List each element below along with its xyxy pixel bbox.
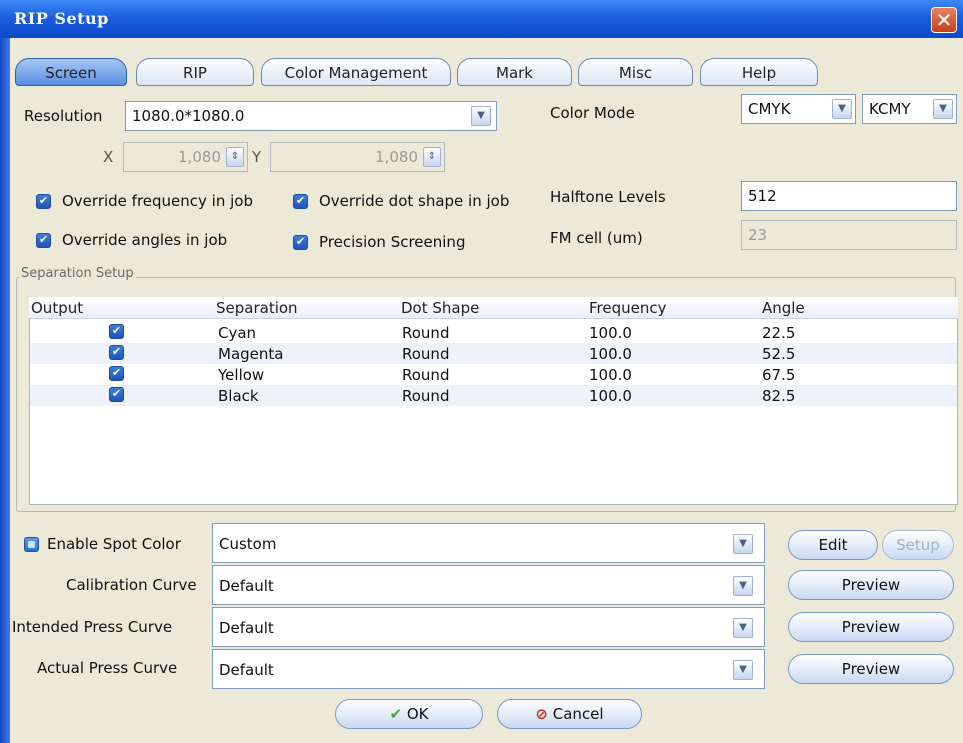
separation-cell: Black	[218, 387, 259, 405]
frequency-cell: 100.0	[589, 345, 632, 363]
precision-screening-checkbox[interactable]: ✔	[293, 235, 308, 250]
actual-press-preview-button[interactable]: Preview	[788, 654, 954, 684]
calibration-preview-button[interactable]: Preview	[788, 570, 954, 600]
frequency-cell: 100.0	[589, 387, 632, 405]
frequency-cell: 100.0	[589, 324, 632, 342]
separation-table-header	[29, 297, 958, 319]
table-row[interactable]	[30, 343, 957, 364]
output-checkbox-cyan[interactable]: ✔	[109, 324, 124, 339]
calibration-curve-select[interactable]: Default	[212, 565, 765, 605]
dot-shape-cell: Round	[402, 387, 450, 405]
close-button[interactable]: ✕	[931, 7, 957, 33]
tab-help[interactable]: Help	[700, 58, 818, 86]
frequency-cell: 100.0	[589, 366, 632, 384]
color-mode-label: Color Mode	[550, 104, 635, 122]
separation-setup-label: Separation Setup	[19, 266, 136, 281]
col-header-separation[interactable]: Separation	[216, 299, 298, 317]
dot-shape-cell: Round	[402, 324, 450, 342]
resolution-label: Resolution	[24, 107, 103, 125]
fm-cell-input[interactable]: 23	[741, 220, 957, 250]
resolution-dropdown-icon[interactable]: ▼	[471, 106, 491, 126]
halftone-levels-input[interactable]: 512	[741, 181, 957, 211]
angle-cell: 22.5	[762, 324, 796, 342]
angle-cell: 52.5	[762, 345, 796, 363]
actual-press-curve-select[interactable]: Default	[212, 649, 765, 689]
separation-cell: Magenta	[218, 345, 284, 363]
enable-spot-color-checkbox[interactable]	[24, 537, 39, 552]
resolution-select[interactable]: 1080.0*1080.0	[125, 101, 497, 131]
angle-cell: 67.5	[762, 366, 796, 384]
output-checkbox-black[interactable]: ✔	[109, 387, 124, 402]
table-row[interactable]	[30, 364, 957, 385]
intended-press-curve-label: Intended Press Curve	[12, 618, 173, 636]
setup-spot-color-button[interactable]: Setup	[882, 530, 954, 560]
precision-screening-label: Precision Screening	[319, 233, 466, 251]
intended-press-curve-select[interactable]: Default	[212, 607, 765, 647]
tab-misc[interactable]: Misc	[578, 58, 693, 86]
tab-mark[interactable]: Mark	[457, 58, 572, 86]
actual-press-curve-label: Actual Press Curve	[37, 659, 178, 677]
checkmark-icon: ✔	[389, 705, 403, 723]
color-order-dropdown-icon[interactable]: ▼	[933, 99, 953, 119]
y-spinner[interactable]: 1,080	[270, 142, 445, 172]
override-dot-shape-checkbox[interactable]: ✔	[293, 194, 308, 209]
y-spin-arrows-icon[interactable]: ⇕	[423, 147, 441, 167]
y-label: Y	[252, 148, 262, 166]
cancel-icon: ⊘	[535, 705, 548, 723]
color-mode-dropdown-icon[interactable]: ▼	[832, 99, 852, 119]
window-title: RIP Setup	[14, 9, 109, 28]
x-spin-arrows-icon[interactable]: ⇕	[226, 147, 244, 167]
col-header-dot-shape[interactable]: Dot Shape	[401, 299, 479, 317]
table-row[interactable]	[30, 385, 957, 406]
intended-press-curve-dropdown-icon[interactable]: ▼	[733, 618, 753, 638]
override-frequency-label: Override frequency in job	[62, 192, 253, 210]
table-row[interactable]	[30, 322, 957, 343]
col-header-angle[interactable]: Angle	[762, 299, 805, 317]
override-angles-checkbox[interactable]: ✔	[36, 233, 51, 248]
enable-spot-color-label: Enable Spot Color	[47, 535, 181, 553]
tab-rip[interactable]: RIP	[136, 58, 254, 86]
col-header-frequency[interactable]: Frequency	[589, 299, 667, 317]
dot-shape-cell: Round	[402, 345, 450, 363]
title-bar	[0, 0, 963, 38]
tab-screen[interactable]: Screen	[15, 58, 127, 86]
calibration-curve-label: Calibration Curve	[66, 576, 197, 594]
cancel-label: Cancel	[552, 705, 604, 723]
x-label: X	[103, 148, 114, 166]
halftone-levels-label: Halftone Levels	[550, 188, 666, 206]
fm-cell-label: FM cell (um)	[550, 229, 643, 247]
col-header-output[interactable]: Output	[31, 299, 83, 317]
spot-color-dropdown-icon[interactable]: ▼	[733, 534, 753, 554]
window-left-border	[0, 38, 10, 743]
calibration-curve-dropdown-icon[interactable]: ▼	[733, 576, 753, 596]
intended-press-preview-button[interactable]: Preview	[788, 612, 954, 642]
edit-spot-color-button[interactable]: Edit	[788, 530, 878, 560]
ok-label: OK	[406, 705, 429, 723]
output-checkbox-yellow[interactable]: ✔	[109, 366, 124, 381]
output-checkbox-magenta[interactable]: ✔	[109, 345, 124, 360]
separation-cell: Cyan	[218, 324, 257, 342]
dot-shape-cell: Round	[402, 366, 450, 384]
actual-press-curve-dropdown-icon[interactable]: ▼	[733, 660, 753, 680]
override-frequency-checkbox[interactable]: ✔	[36, 194, 51, 209]
ok-button[interactable]: ✔ OK	[335, 699, 483, 729]
tab-color-management[interactable]: Color Management	[261, 58, 451, 86]
override-dot-shape-label: Override dot shape in job	[319, 192, 510, 210]
override-angles-label: Override angles in job	[62, 231, 228, 249]
cancel-button[interactable]: ⊘ Cancel	[497, 699, 642, 729]
separation-cell: Yellow	[218, 366, 265, 384]
angle-cell: 82.5	[762, 387, 796, 405]
table-row[interactable]	[30, 406, 957, 427]
spot-color-select[interactable]: Custom	[212, 523, 765, 563]
